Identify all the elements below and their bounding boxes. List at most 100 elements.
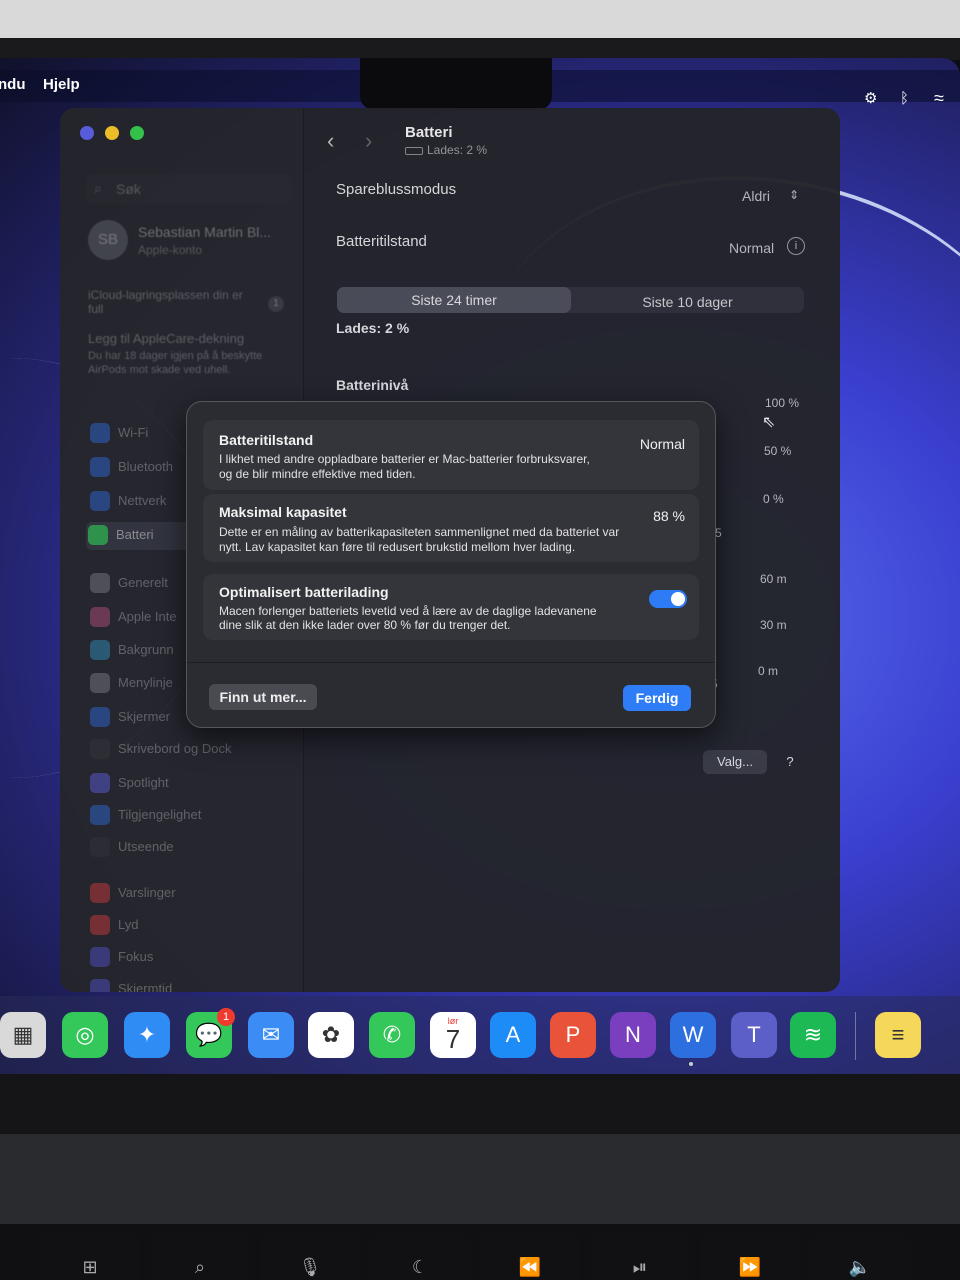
notes-icon[interactable]: ≡ [875,1012,921,1058]
health-desc-line1: I likhet med andre oppladbare batterier … [219,452,590,466]
sidebar-item-label: Lyd [118,917,139,932]
sidebar-item-batteri[interactable]: Batteri [86,522,194,550]
tab-last-24-hours[interactable]: Siste 24 timer [337,287,571,313]
mouse-pointer-icon: ⇖ [762,414,776,431]
sidebar-item-skrivebord-og-dock[interactable]: Skrivebord og Dock [88,736,288,764]
zoom-window-button[interactable] [130,126,144,140]
optimized-charging-toggle[interactable] [649,590,687,608]
sidebar-item-spotlight[interactable]: Spotlight [88,770,288,798]
mute-key[interactable]: 🔈 [810,1232,910,1280]
updown-chevron-icon[interactable]: ⇕ [789,188,799,202]
sidebar-item-label: Bluetooth [118,459,173,474]
sidebar-item-label: Nettverk [118,493,167,508]
word-icon[interactable]: W [670,1012,716,1058]
safari-icon-glyph: ✦ [137,1022,157,1047]
options-button[interactable]: Valg... [703,750,767,774]
battery-icon [405,146,423,155]
laptop-top-bezel [0,0,960,60]
learn-more-button[interactable]: Finn ut mer... [209,684,317,710]
settings-gear-icon[interactable]: ⚙ [864,91,877,107]
menu-window[interactable]: ndu [0,76,26,93]
focus-key[interactable]: ☾ [370,1232,470,1280]
battery-health-sheet: Batteritilstand Normal I likhet med andr… [186,401,716,728]
photos-icon[interactable]: ✿ [308,1012,354,1058]
spotify-icon[interactable]: ≋ [790,1012,836,1058]
pane-subtitle-text: Lades: 2 % [427,143,488,157]
sidebar-item-fokus[interactable]: Fokus [88,944,288,972]
onenote-icon-glyph: N [625,1022,641,1047]
sidebar-item-skjermtid[interactable]: Skjermtid [88,976,288,992]
rewind-key[interactable]: ⏪ [480,1232,580,1280]
sidebar-item-lyd[interactable]: Lyd [88,912,288,940]
powerpoint-icon-glyph: P [565,1022,581,1047]
account-name: Sebastian Martin Bl... [138,224,272,240]
back-arrow-icon[interactable]: ‹ [327,128,334,154]
menu-help[interactable]: Hjelp [43,76,80,93]
safari-icon[interactable]: ✦ [124,1012,170,1058]
avatar: SB [88,220,128,260]
sidebar-item-icon [90,607,110,627]
sidebar-item-icon [90,457,110,477]
teams-icon[interactable]: T [731,1012,777,1058]
powerpoint-icon[interactable]: P [550,1012,596,1058]
help-button[interactable]: ? [779,750,801,774]
time-range-segmented-control: Siste 24 timer Siste 10 dager [337,287,804,313]
health-value: Normal [639,436,685,452]
sidebar-item-icon [90,837,110,857]
minimize-window-button[interactable] [105,126,119,140]
forward-arrow-icon[interactable]: › [365,128,372,154]
app-store-icon[interactable]: A [490,1012,536,1058]
mission-control-key[interactable]: ⊞ [40,1232,140,1280]
capacity-desc-line1: Dette er en måling av batterikapasiteten… [219,525,620,539]
sidebar-item-label: Batteri [116,527,154,542]
info-icon[interactable]: i [787,237,805,255]
done-button[interactable]: Ferdig [623,685,691,711]
axis-label-100: 100 % [765,396,800,410]
camera-notch [360,58,552,110]
messages-badge: 1 [217,1008,235,1026]
sidebar-item-utseende[interactable]: Utseende [88,834,288,862]
find-my-icon[interactable]: ◎ [62,1012,108,1058]
axis-label-60m: 60 m [760,572,787,586]
phone-icon[interactable]: ✆ [369,1012,415,1058]
fast-forward-key[interactable]: ⏩ [700,1232,800,1280]
dictation-key[interactable]: 🎙 [260,1232,360,1280]
health-title: Batteritilstand [219,432,314,448]
sidebar-search-input[interactable]: ⌕ Søk [86,174,292,204]
toggle-knob [671,592,685,606]
sidebar-item-tilgjengelighet[interactable]: Tilgjengelighet [88,802,288,830]
search-key[interactable]: ⌕ [150,1232,250,1280]
optimized-title: Optimalisert batterilading [219,584,389,600]
capacity-title: Maksimal kapasitet [219,504,347,520]
running-indicator [689,1062,693,1066]
calculator-icon-glyph: ▦ [12,1022,34,1047]
search-placeholder: Søk [116,181,141,197]
sidebar-item-label: Apple Inte [118,609,177,624]
low-power-select[interactable]: Aldri [742,188,770,204]
sidebar-item-label: Tilgjengelighet [118,807,202,822]
close-window-button[interactable] [80,126,94,140]
onenote-icon[interactable]: N [610,1012,656,1058]
dock-separator [855,1012,856,1060]
bluetooth-icon[interactable]: ᛒ [900,91,909,107]
wifi-icon[interactable]: ≈ [934,89,944,107]
axis-label-0m: 0 m [758,664,779,678]
play-pause-key[interactable]: ⏯ [590,1232,690,1280]
health-card: Batteritilstand Normal I likhet med andr… [203,420,699,490]
calendar-icon[interactable]: lør 7 [430,1012,476,1058]
photos-icon-glyph: ✿ [321,1022,341,1047]
health-desc-line2: og de blir mindre effektive med tiden. [219,467,416,481]
tab-last-10-days[interactable]: Siste 10 dager [571,287,804,313]
sidebar-item-label: Generelt [118,575,168,590]
sidebar-item-label: Varslinger [118,885,176,900]
mail-icon[interactable]: ✉ [248,1012,294,1058]
sidebar-item-label: Spotlight [118,775,169,790]
calculator-icon[interactable]: ▦ [0,1012,46,1058]
notice-detail: Du har 18 dager igjen på å beskytte AirP… [88,350,263,376]
battery-level-heading: Batterinivå [336,377,409,393]
sidebar-item-icon [90,707,110,727]
app-store-icon-glyph: A [505,1022,521,1047]
sidebar-item-icon [90,673,110,693]
sidebar-item-icon [90,883,110,903]
sidebar-item-varslinger[interactable]: Varslinger [88,880,288,908]
